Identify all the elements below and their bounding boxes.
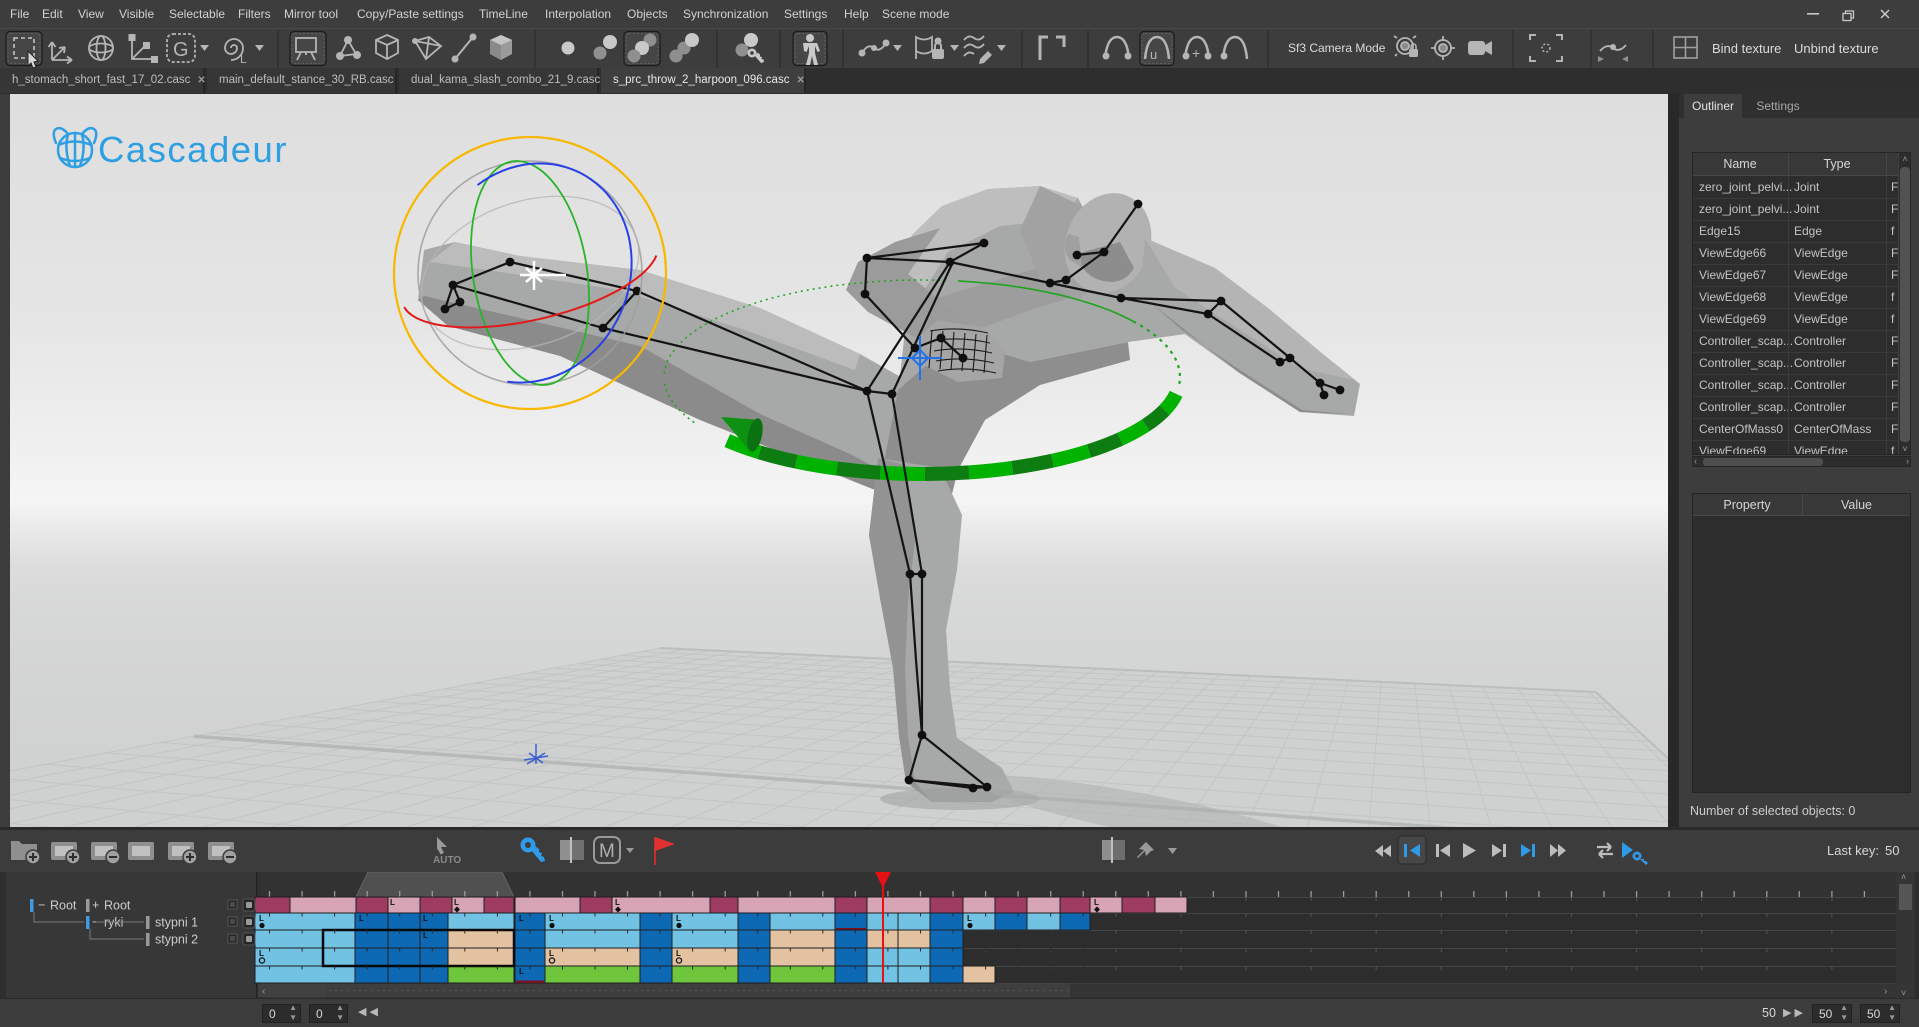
svg-text:Root: Root — [50, 899, 77, 913]
svg-text:AUTO: AUTO — [433, 855, 461, 866]
svg-text:50: 50 — [1885, 843, 1899, 858]
svg-text:˅: ˅ — [1901, 988, 1906, 998]
svg-text:Cascadeur: Cascadeur — [98, 129, 288, 170]
svg-text:+: + — [1192, 45, 1200, 61]
svg-text:G: G — [173, 39, 189, 61]
svg-text:M: M — [599, 841, 615, 862]
svg-text:Root: Root — [104, 899, 131, 913]
svg-text:u: u — [1150, 47, 1157, 62]
svg-text:‹: ‹ — [262, 986, 265, 997]
svg-text:Bind texture: Bind texture — [1712, 41, 1781, 56]
svg-text:−: − — [38, 898, 45, 912]
svg-text:stypni 2: stypni 2 — [155, 933, 198, 947]
svg-text:›: › — [1884, 986, 1887, 997]
svg-text:L: L — [240, 52, 247, 66]
svg-text:Sf3 Camera Mode: Sf3 Camera Mode — [1288, 41, 1386, 55]
svg-text:Unbind texture: Unbind texture — [1794, 41, 1879, 56]
svg-text:stypni 1: stypni 1 — [155, 916, 198, 930]
svg-text:Last key:: Last key: — [1827, 843, 1879, 858]
svg-text:˄: ˄ — [1901, 872, 1906, 882]
svg-text:+: + — [92, 898, 99, 912]
